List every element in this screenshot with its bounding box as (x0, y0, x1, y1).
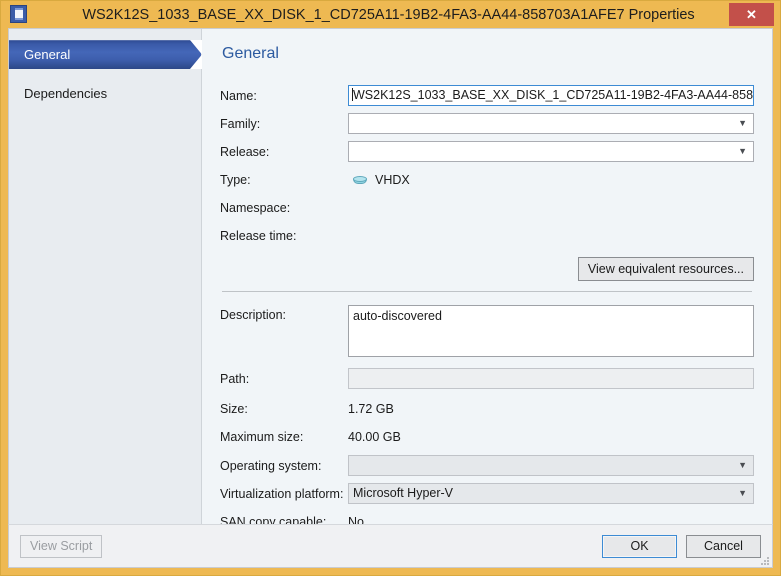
chevron-down-icon: ▼ (738, 118, 747, 128)
sidebar-item-dependencies[interactable]: Dependencies (9, 79, 201, 108)
vhdx-disk-icon (352, 173, 368, 187)
namespace-label: Namespace: (220, 200, 291, 215)
operating-system-label: Operating system: (220, 458, 322, 473)
close-icon[interactable]: ✕ (729, 3, 774, 26)
virtualization-platform-combobox: Microsoft Hyper-V ▼ (348, 483, 754, 504)
family-label: Family: (220, 116, 261, 131)
maximum-size-label: Maximum size: (220, 429, 304, 444)
chevron-down-icon: ▼ (738, 460, 747, 470)
name-row: Name: WS2K12S_1033_BASE_XX_DISK_1_CD725A… (220, 85, 754, 106)
view-equivalent-row: View equivalent resources... (220, 257, 754, 281)
dialog-client-area: General Dependencies General Name: WS2K1… (8, 28, 773, 524)
virtualization-platform-label: Virtualization platform: (220, 486, 344, 501)
ok-button[interactable]: OK (602, 534, 677, 558)
view-script-button[interactable]: View Script (20, 534, 103, 558)
name-input[interactable]: WS2K12S_1033_BASE_XX_DISK_1_CD725A11-19B… (348, 85, 754, 106)
type-row: Type: VHDX (220, 169, 754, 190)
sidebar-item-label: Dependencies (24, 86, 108, 101)
path-row: Path: (220, 368, 754, 389)
description-label: Description: (220, 308, 286, 322)
release-combobox[interactable]: ▼ (348, 141, 754, 162)
properties-document-icon (10, 5, 27, 23)
general-content-pane: General Name: WS2K12S_1033_BASE_XX_DISK_… (202, 29, 772, 524)
type-label: Type: (220, 172, 251, 187)
title-bar[interactable]: WS2K12S_1033_BASE_XX_DISK_1_CD725A11-19B… (1, 1, 780, 28)
virtualization-platform-combobox-value: Microsoft Hyper-V (353, 486, 454, 500)
window-title: WS2K12S_1033_BASE_XX_DISK_1_CD725A11-19B… (82, 6, 695, 23)
size-row: Size: 1.72 GB (220, 398, 754, 419)
san-copy-capable-label: SAN copy capable: (220, 514, 327, 525)
name-label: Name: (220, 88, 257, 103)
path-label: Path: (220, 371, 250, 386)
virtualization-platform-row: Virtualization platform: Microsoft Hyper… (220, 483, 754, 504)
description-textarea[interactable]: auto-discovered (348, 305, 754, 357)
san-copy-capable-row: SAN copy capable: No (220, 511, 754, 525)
name-input-value: WS2K12S_1033_BASE_XX_DISK_1_CD725A11-19B… (353, 88, 754, 102)
family-row: Family: ▼ (220, 113, 754, 134)
operating-system-combobox: ▼ (348, 455, 754, 476)
maximum-size-row: Maximum size: 40.00 GB (220, 426, 754, 447)
size-value: 1.72 GB (348, 401, 394, 416)
path-input (348, 368, 754, 389)
maximum-size-value: 40.00 GB (348, 429, 401, 444)
type-value: VHDX (375, 172, 410, 187)
section-divider (222, 291, 752, 292)
properties-dialog-window: WS2K12S_1033_BASE_XX_DISK_1_CD725A11-19B… (0, 0, 781, 576)
namespace-row: Namespace: (220, 197, 754, 218)
chevron-down-icon: ▼ (738, 488, 747, 498)
page-title: General (222, 45, 279, 62)
release-time-row: Release time: (220, 225, 754, 246)
release-label: Release: (220, 144, 270, 159)
view-equivalent-resources-button[interactable]: View equivalent resources... (577, 257, 754, 281)
operating-system-row: Operating system: ▼ (220, 455, 754, 476)
chevron-down-icon: ▼ (738, 146, 747, 156)
navigation-pane: General Dependencies (9, 29, 202, 524)
resize-grip[interactable] (758, 554, 769, 565)
sidebar-item-label: General (24, 47, 71, 62)
size-label: Size: (220, 401, 248, 416)
san-copy-capable-value: No (348, 514, 364, 525)
release-time-label: Release time: (220, 228, 297, 243)
description-row: Description: auto-discovered (220, 305, 754, 357)
family-combobox[interactable]: ▼ (348, 113, 754, 134)
release-row: Release: ▼ (220, 141, 754, 162)
panes: General Dependencies General Name: WS2K1… (9, 29, 772, 524)
sidebar-item-general[interactable]: General (9, 40, 201, 69)
dialog-footer: View Script OK Cancel (8, 524, 773, 568)
cancel-button[interactable]: Cancel (686, 534, 761, 558)
